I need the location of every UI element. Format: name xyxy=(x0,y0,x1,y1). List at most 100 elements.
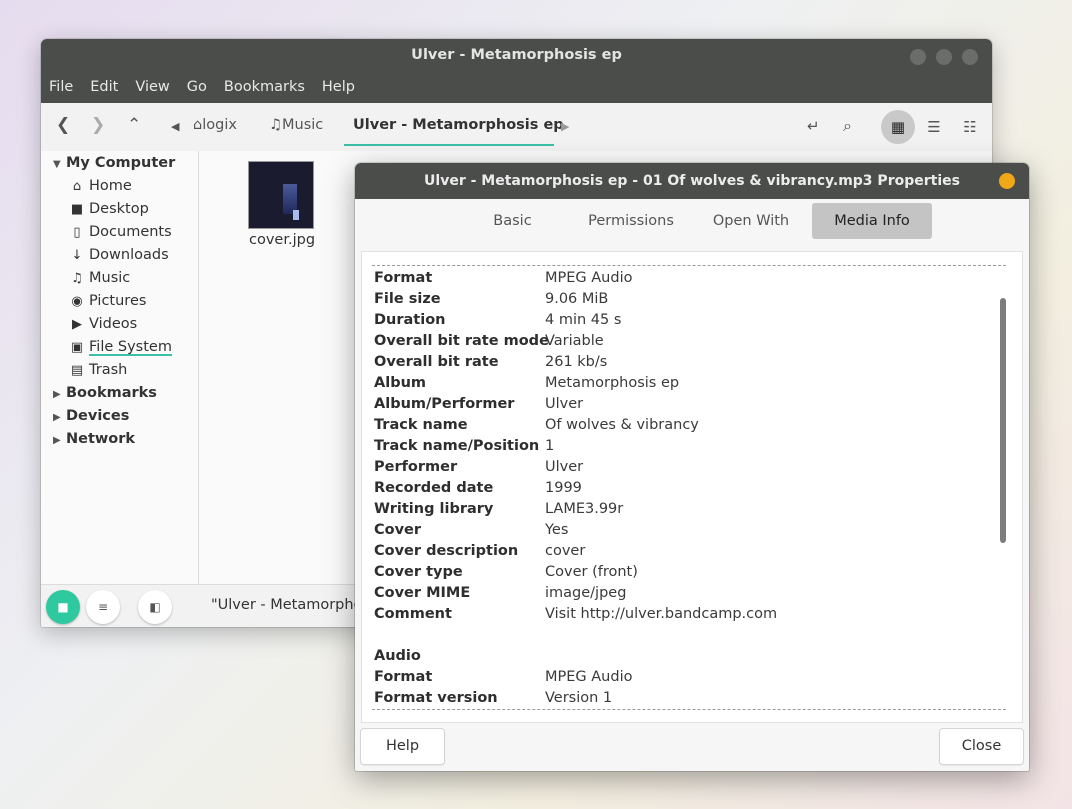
media-info-row: Format version Version 1 xyxy=(374,688,994,709)
media-info-value: Ulver xyxy=(545,396,584,412)
media-info-row: Comment Visit http://ulver.bandcamp.com xyxy=(374,604,994,625)
sidebar-item-file-system[interactable]: ▣ File System xyxy=(41,336,172,359)
media-info-value: Metamorphosis ep xyxy=(545,375,680,391)
media-info-row xyxy=(374,625,994,646)
home-icon: ⌂ xyxy=(193,117,203,133)
document-icon: ▯ xyxy=(73,225,81,240)
media-info-value: MPEG Audio xyxy=(545,270,633,286)
tab-media-info[interactable]: Media Info xyxy=(812,203,932,239)
media-info-row: Duration 4 min 45 s xyxy=(374,310,994,331)
menu-go[interactable]: Go xyxy=(187,79,207,95)
media-info-value: image/jpeg xyxy=(545,585,627,601)
media-info-row: Format MPEG Audio xyxy=(374,667,994,688)
minimize-button[interactable] xyxy=(910,49,926,65)
menu-edit[interactable]: Edit xyxy=(90,79,118,95)
media-info-value: cover xyxy=(545,543,586,559)
icon-view-button[interactable]: ▦ xyxy=(881,110,915,144)
title-bar[interactable]: Ulver - Metamorphosis ep File Edit View … xyxy=(41,39,992,103)
status-text: "Ulver - Metamorphos xyxy=(211,597,371,613)
menu-view[interactable]: View xyxy=(135,79,169,95)
help-button[interactable]: Help xyxy=(361,729,444,764)
menu-help[interactable]: Help xyxy=(322,79,355,95)
media-info-key: Cover description xyxy=(374,543,519,559)
tab-open-with[interactable]: Open With xyxy=(695,203,807,239)
file-name-label[interactable]: cover.jpg xyxy=(249,232,315,248)
sidebar-section-my-computer[interactable]: ▼ My Computer xyxy=(41,152,175,175)
menu-file[interactable]: File xyxy=(49,79,73,95)
media-info-key: Overall bit rate mode xyxy=(374,333,549,349)
maximize-button[interactable] xyxy=(936,49,952,65)
forward-icon[interactable]: ❯ xyxy=(91,115,105,135)
media-info-row: Cover MIME image/jpeg xyxy=(374,583,994,604)
media-info-key: Overall bit rate xyxy=(374,354,499,370)
sidebar-section-bookmarks[interactable]: ▶ Bookmarks xyxy=(41,382,157,405)
sidebar: ▼ My Computer ⌂ Home ■ Desktop ▯ Documents ↓… xyxy=(41,151,199,584)
search-icon[interactable]: ⌕ xyxy=(843,116,852,136)
sidebar-section-network[interactable]: ▶ Network xyxy=(41,428,135,451)
breadcrumb-music[interactable]: ♫Music xyxy=(269,117,323,133)
list-icon: ☰ xyxy=(927,118,941,136)
folder-icon: ■ xyxy=(57,600,69,614)
media-info-value: Variable xyxy=(545,333,604,349)
media-info-key: Writing library xyxy=(374,501,494,517)
dialog-close-button[interactable] xyxy=(999,173,1015,189)
breadcrumb-right-icon[interactable]: ▶ xyxy=(561,120,569,133)
scrollbar[interactable] xyxy=(1000,298,1006,543)
back-icon[interactable]: ❮ xyxy=(56,115,70,135)
media-info-key: Format version xyxy=(374,690,498,706)
media-info-key: Recorded date xyxy=(374,480,494,496)
tree-icon: ≡ xyxy=(97,600,109,614)
media-info-row: Cover Yes xyxy=(374,520,994,541)
tree-toggle-button[interactable]: ≡ xyxy=(86,590,120,624)
sidebar-item-trash[interactable]: ▤ Trash xyxy=(41,359,127,382)
media-info-value: Ulver xyxy=(545,459,584,475)
collapsed-arrow-icon: ▶ xyxy=(53,412,61,423)
media-info-value: 1 xyxy=(545,438,555,454)
media-info-row: File size 9.06 MiB xyxy=(374,289,994,310)
collapsed-arrow-icon: ▶ xyxy=(53,389,61,400)
sidebar-item-home[interactable]: ⌂ Home xyxy=(41,175,132,198)
close-dialog-button[interactable]: Close xyxy=(940,729,1023,764)
media-info-value: Cover (front) xyxy=(545,564,638,580)
go-to-location-icon[interactable]: ↵ xyxy=(807,117,820,135)
media-info-row: Album/Performer Ulver xyxy=(374,394,994,415)
tab-basic[interactable]: Basic xyxy=(460,203,565,239)
sidebar-item-music[interactable]: ♫ Music xyxy=(41,267,130,290)
properties-tabs: Basic Permissions Open With Media Info xyxy=(355,199,1029,245)
media-info-row: Audio xyxy=(374,646,994,667)
media-info-value: 261 kb/s xyxy=(545,354,608,370)
list-view-button[interactable]: ☰ xyxy=(917,110,951,144)
places-toggle-button[interactable]: ■ xyxy=(46,590,80,624)
sidebar-toggle-button[interactable]: ◧ xyxy=(138,590,172,624)
media-info-panel[interactable]: Format MPEG Audio File size 9.06 MiB Duratio… xyxy=(361,251,1023,723)
media-info-value: Yes xyxy=(545,522,569,538)
dialog-title-bar[interactable]: Ulver - Metamorphosis ep - 01 Of wolves … xyxy=(355,163,1029,199)
media-info-value: 1999 xyxy=(545,480,582,496)
music-icon: ♫ xyxy=(269,117,282,133)
sidebar-item-pictures[interactable]: ◉ Pictures xyxy=(41,290,146,313)
sidebar-item-videos[interactable]: ▶ Videos xyxy=(41,313,137,336)
breadcrumb-current[interactable]: Ulver - Metamorphosis ep xyxy=(353,117,564,133)
media-info-key: Cover type xyxy=(374,564,463,580)
sidebar-item-documents[interactable]: ▯ Documents xyxy=(41,221,171,244)
expanded-arrow-icon: ▼ xyxy=(53,159,61,170)
up-icon[interactable]: ⌃ xyxy=(127,115,141,135)
close-button[interactable] xyxy=(962,49,978,65)
sidebar-section-devices[interactable]: ▶ Devices xyxy=(41,405,129,428)
media-info-row: Format MPEG Audio xyxy=(374,268,994,289)
sidebar-item-desktop[interactable]: ■ Desktop xyxy=(41,198,149,221)
music-icon: ♫ xyxy=(71,271,83,286)
tab-permissions[interactable]: Permissions xyxy=(575,203,687,239)
media-info-row: Performer Ulver xyxy=(374,457,994,478)
breadcrumb-left-icon[interactable]: ◀ xyxy=(171,120,179,133)
media-info-key: Track name/Position xyxy=(374,438,540,454)
sidebar-item-downloads[interactable]: ↓ Downloads xyxy=(41,244,169,267)
breadcrumb-logix[interactable]: ⌂logix xyxy=(193,117,237,133)
media-info-key: Audio xyxy=(374,648,421,664)
media-info-key: File size xyxy=(374,291,441,307)
file-thumbnail-cover[interactable] xyxy=(249,162,313,228)
compact-list-icon: ☷ xyxy=(963,118,977,136)
camera-icon: ◉ xyxy=(71,294,83,309)
compact-view-button[interactable]: ☷ xyxy=(953,110,987,144)
menu-bookmarks[interactable]: Bookmarks xyxy=(224,79,305,95)
